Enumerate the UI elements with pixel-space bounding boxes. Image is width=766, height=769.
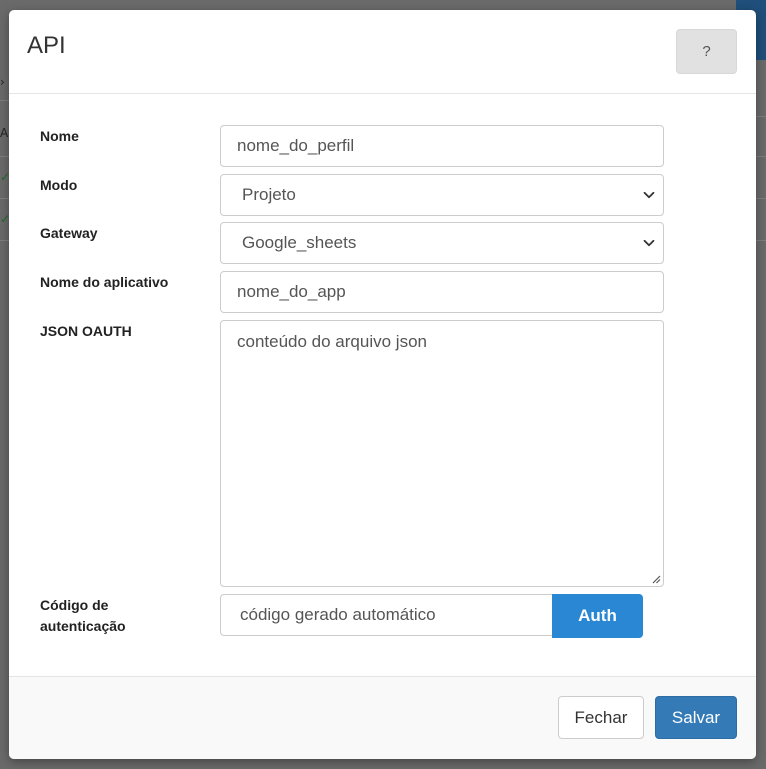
codigo-autenticacao-label: Código de autenticação (40, 595, 210, 637)
api-modal: API ? Nome nome_do_perfil Modo Projeto G… (9, 10, 756, 759)
close-button[interactable]: Fechar (558, 696, 644, 739)
nome-input[interactable]: nome_do_perfil (220, 125, 664, 167)
modal-title: API (27, 32, 66, 59)
codigo-autenticacao-input[interactable]: código gerado automático (220, 594, 553, 636)
chevron-down-icon (643, 239, 655, 247)
auth-button[interactable]: Auth (552, 594, 643, 638)
codigo-label-line2: autenticação (40, 618, 126, 634)
gateway-label: Gateway (40, 225, 98, 241)
nome-aplicativo-input[interactable]: nome_do_app (220, 271, 664, 313)
codigo-label-line1: Código de (40, 597, 109, 613)
modal-footer: Fechar Salvar (9, 676, 756, 759)
background-arrow-icon: › (0, 75, 5, 89)
background-column-header: A (0, 126, 9, 140)
nome-aplicativo-label: Nome do aplicativo (40, 274, 169, 290)
modo-label: Modo (40, 177, 78, 193)
nome-label: Nome (40, 128, 79, 144)
resize-handle-icon[interactable] (651, 574, 661, 584)
json-oauth-text: conteúdo do arquivo json (237, 332, 427, 351)
save-button[interactable]: Salvar (655, 696, 737, 739)
json-oauth-label: JSON OAUTH (40, 323, 132, 339)
auth-input-group: código gerado automático Auth (220, 594, 643, 638)
modo-select[interactable]: Projeto (220, 174, 664, 216)
chevron-down-icon (643, 191, 655, 199)
help-button[interactable]: ? (676, 29, 737, 74)
gateway-select-value: Google_sheets (242, 233, 357, 252)
modal-header: API ? (9, 10, 756, 94)
gateway-select[interactable]: Google_sheets (220, 222, 664, 264)
json-oauth-textarea[interactable]: conteúdo do arquivo json (220, 320, 664, 587)
modo-select-value: Projeto (242, 185, 296, 204)
